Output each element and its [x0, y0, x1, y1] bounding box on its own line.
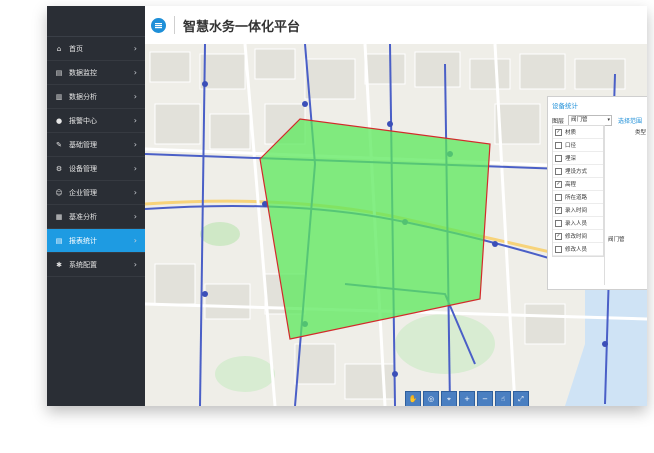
- chevron-right-icon: ›: [133, 68, 137, 77]
- alert-icon: ●: [55, 116, 63, 125]
- map-toolbar: ✋ ◎ ⌖ + − ☝ ⤢: [405, 391, 529, 406]
- field-checkbox-item[interactable]: 所在道路: [553, 191, 603, 204]
- app-window: ⌂ 首页 › ▤ 数据监控 › ▥ 数据分析 › ● 报警中心 › ✎ 基础管理 › ⚙ 设备管理 › ☺ 企业管理 ›…: [47, 6, 647, 406]
- sidebar-item[interactable]: ⌂ 首页 ›: [47, 37, 145, 61]
- sidebar-item-label: 基础管理: [69, 140, 97, 149]
- chevron-right-icon: ›: [133, 212, 137, 221]
- fullscreen-icon[interactable]: ⤢: [513, 391, 529, 406]
- field-checkbox-item[interactable]: ✓ 录入时间: [553, 204, 603, 217]
- device-stats-panel: 设备统计 图层 阀门管 ▾ 选择范围 ✓ 材质 口径 埋深 埋设方式 ✓ 高程 所在道路 ✓ 录入时…: [547, 96, 647, 290]
- chevron-right-icon: ›: [133, 164, 137, 173]
- checkbox[interactable]: ✓: [555, 206, 562, 214]
- select-hand-icon[interactable]: ☝: [495, 391, 511, 406]
- field-checkbox-item[interactable]: 修改人员: [553, 243, 603, 256]
- chevron-right-icon: ›: [133, 92, 137, 101]
- sidebar-item[interactable]: ✎ 基础管理 ›: [47, 133, 145, 157]
- field-checkbox-item[interactable]: 录入人员: [553, 217, 603, 230]
- panel-title: 设备统计: [552, 102, 578, 110]
- field-label: 录入人员: [565, 221, 588, 227]
- sidebar-item-label: 报表统计: [69, 236, 97, 245]
- field-label: 埋深: [565, 156, 577, 162]
- wrench-icon: ✎: [56, 140, 62, 149]
- sidebar-item-label: 报警中心: [69, 116, 97, 125]
- checkbox[interactable]: [555, 154, 562, 162]
- zoom-out-icon[interactable]: −: [477, 391, 493, 406]
- chevron-right-icon: ›: [133, 260, 137, 269]
- monitor-icon: ▤: [55, 68, 63, 77]
- field-label: 口径: [565, 143, 577, 149]
- sidebar-item-label: 首页: [69, 44, 83, 53]
- field-label: 高程: [565, 182, 577, 188]
- chevron-right-icon: ›: [133, 44, 137, 53]
- checkbox[interactable]: ✓: [555, 180, 562, 188]
- field-label: 所在道路: [565, 195, 588, 201]
- layer-select[interactable]: 阀门管 ▾: [568, 114, 613, 126]
- field-checkbox-item[interactable]: 埋深: [553, 152, 603, 165]
- field-label: 修改人员: [565, 247, 588, 253]
- analysis-icon: ▦: [55, 212, 63, 221]
- sidebar-item-label: 数据监控: [69, 68, 97, 77]
- sidebar-item[interactable]: ▦ 基准分析 ›: [47, 205, 145, 229]
- pan-hand-icon[interactable]: ✋: [405, 391, 421, 406]
- field-label: 埋设方式: [565, 169, 588, 175]
- field-checkbox-item[interactable]: 埋设方式: [553, 165, 603, 178]
- zoom-in-icon[interactable]: +: [459, 391, 475, 406]
- checkbox[interactable]: ✓: [555, 232, 562, 240]
- chevron-right-icon: ›: [133, 140, 137, 149]
- sidebar-menu: ⌂ 首页 › ▤ 数据监控 › ▥ 数据分析 › ● 报警中心 › ✎ 基础管理 › ⚙ 设备管理 › ☺ 企业管理 ›…: [47, 37, 145, 277]
- users-icon: ☺: [55, 188, 63, 197]
- field-checkbox-item[interactable]: 口径: [553, 139, 603, 152]
- device-icon: ⚙: [55, 164, 63, 173]
- sidebar-item[interactable]: ▤ 数据监控 ›: [47, 61, 145, 85]
- checkbox[interactable]: [555, 245, 562, 253]
- field-label: 录入时间: [565, 208, 588, 214]
- result-value: 阀门管: [608, 237, 625, 243]
- result-header: 类型: [634, 130, 646, 136]
- chevron-right-icon: ›: [133, 188, 137, 197]
- field-checkbox-item[interactable]: ✓ 材质: [553, 126, 603, 139]
- report-icon: ▤: [55, 236, 63, 245]
- sidebar-item[interactable]: ⚙ 设备管理 ›: [47, 157, 145, 181]
- checkbox[interactable]: ✓: [555, 128, 562, 136]
- locate-icon[interactable]: ◎: [423, 391, 439, 406]
- checkbox[interactable]: [555, 219, 562, 227]
- field-label: 材质: [565, 130, 577, 136]
- header: 智慧水务一体化平台: [145, 6, 647, 45]
- chevron-right-icon: ›: [133, 236, 137, 245]
- checkbox[interactable]: [555, 193, 562, 201]
- result-column: 类型 阀门管: [604, 125, 647, 285]
- sidebar-item[interactable]: ● 报警中心 ›: [47, 109, 145, 133]
- checkbox[interactable]: [555, 167, 562, 175]
- field-checkbox-item[interactable]: ✓ 修改时间: [553, 230, 603, 243]
- home-icon: ⌂: [56, 44, 62, 53]
- select-range-link[interactable]: 选择范围: [618, 116, 642, 125]
- field-checkbox-item[interactable]: ✓ 高程: [553, 178, 603, 191]
- sidebar-item[interactable]: ▤ 报表统计 ›: [47, 229, 145, 253]
- sidebar-item-label: 企业管理: [69, 188, 97, 197]
- gear-icon: ✱: [56, 260, 62, 269]
- sidebar-item-label: 数据分析: [69, 92, 97, 101]
- sidebar-item[interactable]: ▥ 数据分析 ›: [47, 85, 145, 109]
- header-divider: [174, 16, 175, 34]
- sidebar-item-label: 设备管理: [69, 164, 97, 173]
- measure-icon[interactable]: ⌖: [441, 391, 457, 406]
- layer-label: 图层: [552, 117, 565, 125]
- chevron-down-icon: ▾: [607, 116, 611, 123]
- sidebar: ⌂ 首页 › ▤ 数据监控 › ▥ 数据分析 › ● 报警中心 › ✎ 基础管理 › ⚙ 设备管理 › ☺ 企业管理 ›…: [47, 6, 145, 406]
- sidebar-item-label: 基准分析: [69, 212, 97, 221]
- sidebar-item-label: 系统配置: [69, 260, 97, 269]
- sidebar-header: [47, 6, 145, 37]
- sidebar-item[interactable]: ✱ 系统配置 ›: [47, 253, 145, 277]
- page-title: 智慧水务一体化平台: [183, 19, 301, 35]
- chevron-right-icon: ›: [133, 116, 137, 125]
- sidebar-item[interactable]: ☺ 企业管理 ›: [47, 181, 145, 205]
- app-logo-icon: [151, 17, 166, 33]
- field-label: 修改时间: [565, 234, 588, 240]
- field-checklist: ✓ 材质 口径 埋深 埋设方式 ✓ 高程 所在道路 ✓ 录入时间 录入人员 ✓ 修改时间 修改人员: [552, 125, 604, 257]
- layer-select-value: 阀门管: [571, 116, 588, 123]
- bar-chart-icon: ▥: [55, 92, 63, 101]
- checkbox[interactable]: [555, 141, 562, 149]
